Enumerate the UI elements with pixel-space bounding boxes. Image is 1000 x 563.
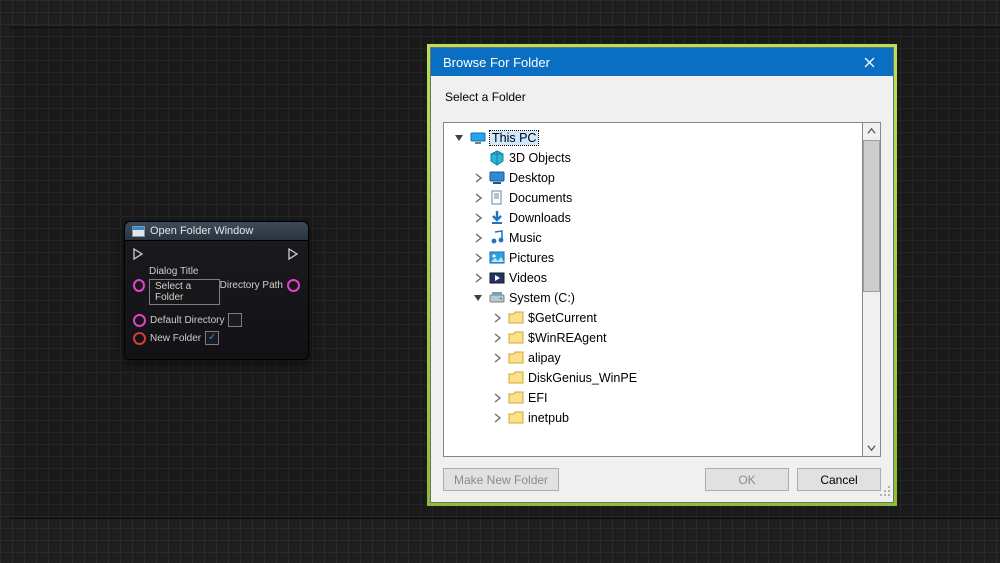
chevron-right-icon[interactable] xyxy=(490,411,504,425)
resize-grip-icon[interactable] xyxy=(879,485,891,500)
tree-item-label: $WinREAgent xyxy=(528,331,607,345)
tree-item-label: alipay xyxy=(528,351,561,365)
folder-icon xyxy=(508,350,524,366)
tree-item-label: Documents xyxy=(509,191,572,205)
chevron-right-icon[interactable] xyxy=(471,191,485,205)
tree-item-label: This PC xyxy=(490,131,538,145)
ok-button[interactable]: OK xyxy=(705,468,789,491)
pc-icon xyxy=(470,130,486,146)
folder-icon xyxy=(508,390,524,406)
drive-icon xyxy=(489,290,505,306)
close-button[interactable] xyxy=(847,48,891,76)
vertical-scrollbar[interactable] xyxy=(863,122,881,457)
dialog-title-label: Dialog Title xyxy=(149,266,220,277)
chevron-right-icon[interactable] xyxy=(490,331,504,345)
chevron-right-icon[interactable] xyxy=(471,231,485,245)
tree-item[interactable]: This PC xyxy=(448,128,862,148)
node-header[interactable]: Open Folder Window xyxy=(125,222,308,241)
folder-icon xyxy=(508,410,524,426)
tree-item[interactable]: inetpub xyxy=(448,408,862,428)
tree-item-label: Music xyxy=(509,231,542,245)
tree-item[interactable]: Pictures xyxy=(448,248,862,268)
folder-icon xyxy=(508,370,524,386)
dialog-instruction: Select a Folder xyxy=(431,76,893,122)
tree-item[interactable]: alipay xyxy=(448,348,862,368)
desktop-icon xyxy=(489,170,505,186)
dialog-title: Browse For Folder xyxy=(443,55,550,70)
tree-item-label: inetpub xyxy=(528,411,569,425)
tree-item[interactable]: Videos xyxy=(448,268,862,288)
scroll-up-icon[interactable] xyxy=(863,123,880,140)
tree-item-label: System (C:) xyxy=(509,291,575,305)
chevron-right-icon[interactable] xyxy=(471,211,485,225)
tree-item-label: Videos xyxy=(509,271,547,285)
default-directory-pin[interactable] xyxy=(133,314,146,327)
dialog-title-input[interactable]: Select a Folder xyxy=(149,279,220,305)
tree-item-label: 3D Objects xyxy=(509,151,571,165)
browse-folder-window: Browse For Folder Select a Folder This P… xyxy=(427,44,897,506)
dialog-titlebar[interactable]: Browse For Folder xyxy=(431,48,893,76)
directory-path-label: Directory Path xyxy=(220,280,283,291)
exec-out-pin[interactable] xyxy=(288,248,300,260)
default-directory-label: Default Directory xyxy=(150,315,224,326)
tree-item[interactable]: Documents xyxy=(448,188,862,208)
tree-item[interactable]: $WinREAgent xyxy=(448,328,862,348)
tree-item[interactable]: System (C:) xyxy=(448,288,862,308)
dialog-buttons: Make New Folder OK Cancel xyxy=(431,457,893,502)
tree-item-label: $GetCurrent xyxy=(528,311,597,325)
chevron-right-icon[interactable] xyxy=(490,391,504,405)
open-folder-window-node[interactable]: Open Folder Window Dialog Title Select a… xyxy=(124,221,309,360)
tree-item-label: Desktop xyxy=(509,171,555,185)
cancel-button[interactable]: Cancel xyxy=(797,468,881,491)
browse-folder-dialog: Browse For Folder Select a Folder This P… xyxy=(430,47,894,503)
videos-icon xyxy=(489,270,505,286)
scroll-down-icon[interactable] xyxy=(863,439,880,456)
chevron-right-icon[interactable] xyxy=(471,271,485,285)
node-body: Dialog Title Select a Folder Directory P… xyxy=(125,241,308,359)
tree-item[interactable]: 3D Objects xyxy=(448,148,862,168)
tree-item[interactable]: EFI xyxy=(448,388,862,408)
new-folder-pin[interactable] xyxy=(133,332,146,345)
tree-item[interactable]: Music xyxy=(448,228,862,248)
chevron-right-icon[interactable] xyxy=(490,351,504,365)
default-directory-checkbox[interactable] xyxy=(228,313,242,327)
tree-item[interactable]: Downloads xyxy=(448,208,862,228)
pictures-icon xyxy=(489,250,505,266)
new-folder-checkbox[interactable] xyxy=(205,331,219,345)
tree-item-label: Downloads xyxy=(509,211,571,225)
folder-icon xyxy=(508,330,524,346)
folder-icon xyxy=(508,310,524,326)
new-folder-label: New Folder xyxy=(150,333,201,344)
scroll-thumb[interactable] xyxy=(863,140,880,292)
folder-tree[interactable]: This PC 3D Objects Desktop Documents Downloa… xyxy=(443,122,863,457)
node-title: Open Folder Window xyxy=(150,225,253,237)
make-new-folder-button[interactable]: Make New Folder xyxy=(443,468,559,491)
directory-path-pin[interactable] xyxy=(287,279,300,292)
chevron-down-icon[interactable] xyxy=(471,291,485,305)
tree-item-label: EFI xyxy=(528,391,547,405)
chevron-right-icon[interactable] xyxy=(471,171,485,185)
tree-item-label: DiskGenius_WinPE xyxy=(528,371,637,385)
tree-item[interactable]: $GetCurrent xyxy=(448,308,862,328)
3d-icon xyxy=(489,150,505,166)
downloads-icon xyxy=(489,210,505,226)
exec-in-pin[interactable] xyxy=(133,248,145,260)
tree-item-label: Pictures xyxy=(509,251,554,265)
chevron-down-icon[interactable] xyxy=(452,131,466,145)
tree-item[interactable]: DiskGenius_WinPE xyxy=(448,368,862,388)
chevron-right-icon[interactable] xyxy=(471,251,485,265)
music-icon xyxy=(489,230,505,246)
docs-icon xyxy=(489,190,505,206)
dialog-title-pin[interactable] xyxy=(133,279,145,292)
folder-window-icon xyxy=(132,226,145,237)
chevron-right-icon[interactable] xyxy=(490,311,504,325)
tree-item[interactable]: Desktop xyxy=(448,168,862,188)
